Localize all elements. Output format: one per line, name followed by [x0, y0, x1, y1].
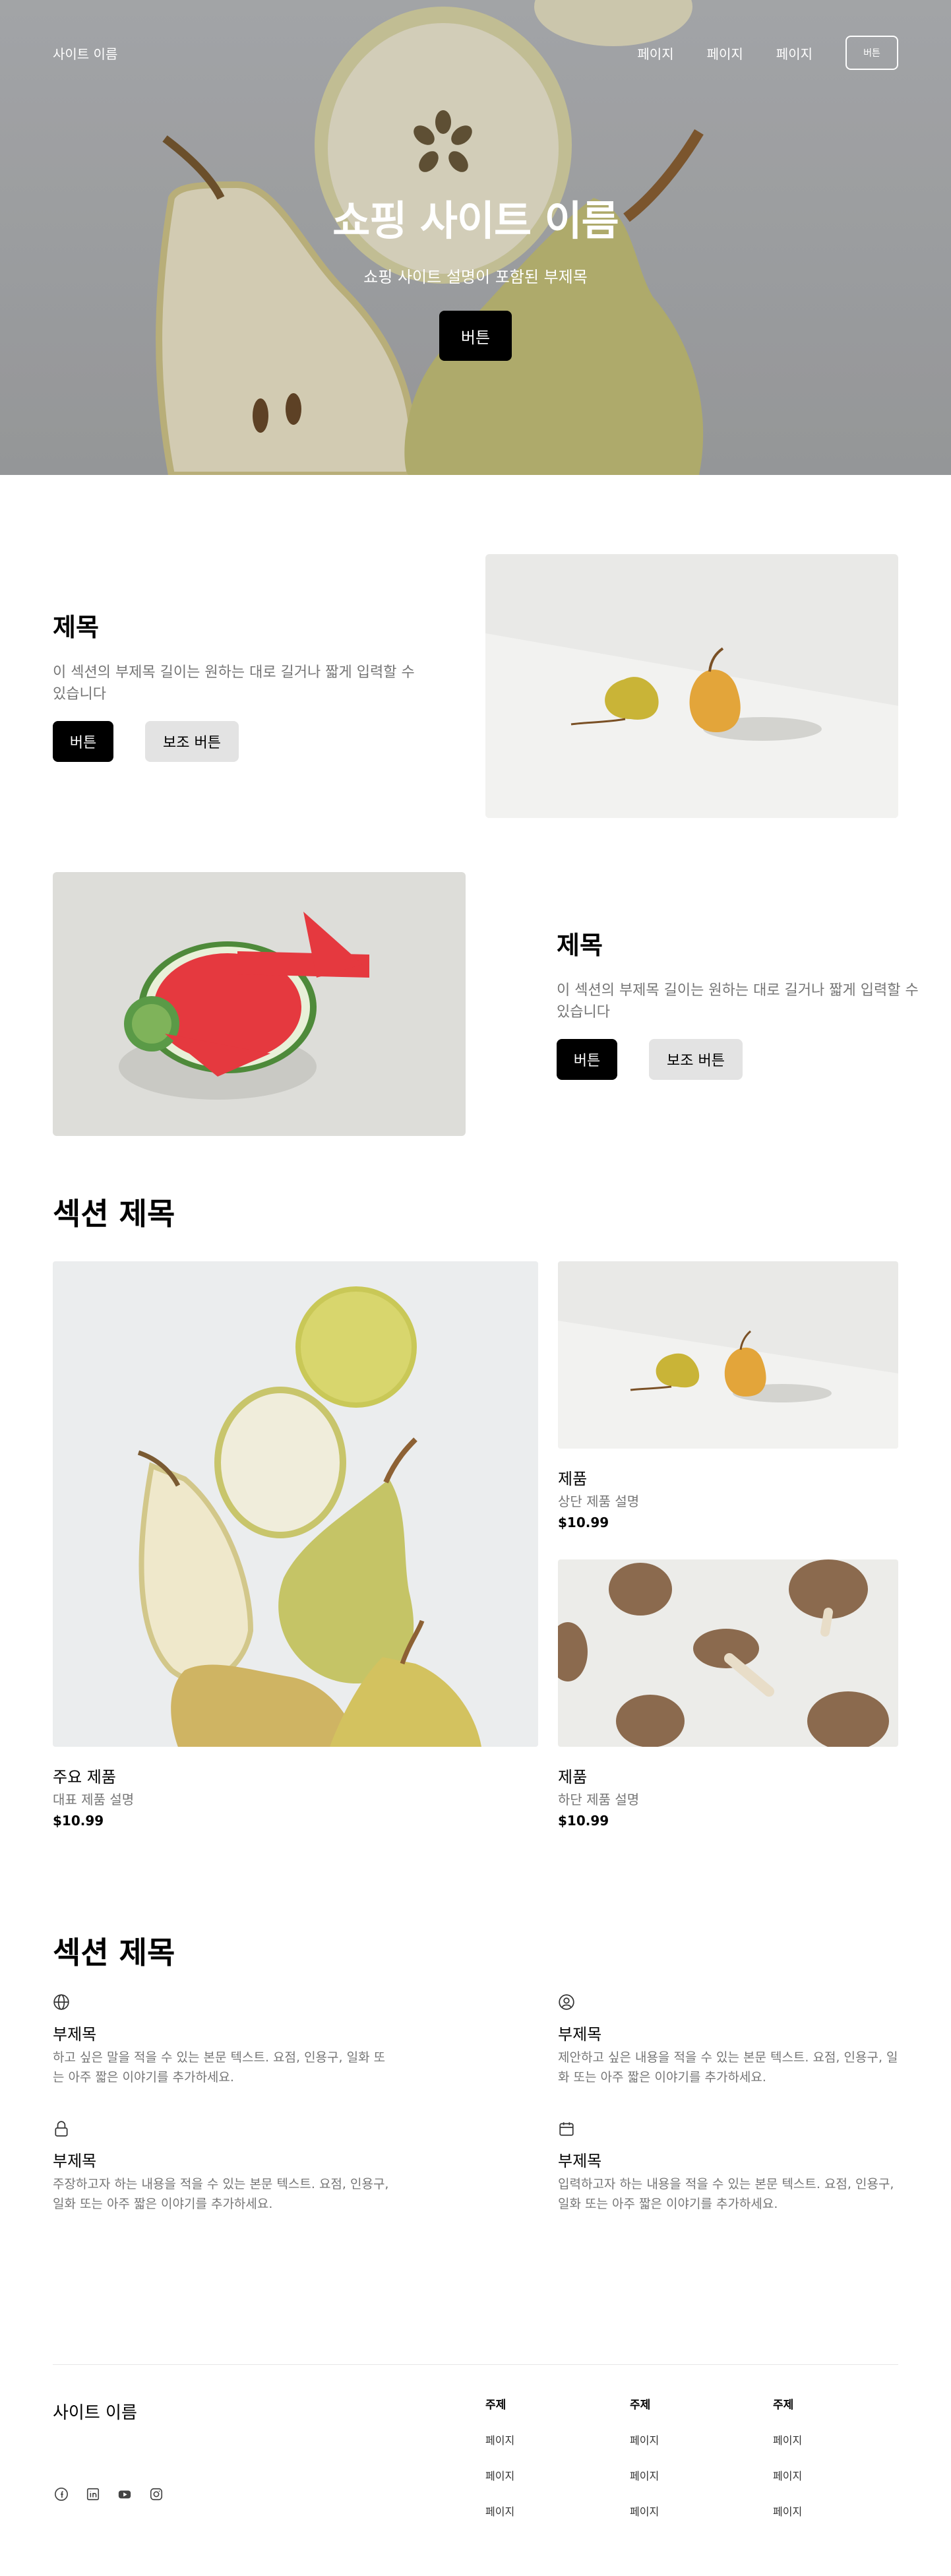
instagram-icon[interactable]: [148, 2486, 165, 2503]
hero-cta-button[interactable]: 버튼: [439, 311, 512, 361]
social-links: [53, 2486, 165, 2503]
nav-link[interactable]: 페이지: [776, 44, 813, 63]
footer-link[interactable]: 페이지: [630, 2467, 659, 2483]
primary-button[interactable]: 버튼: [53, 721, 113, 762]
feature-buttons: 버튼 보조 버튼: [53, 721, 422, 762]
feature-body: 입력하고자 하는 내용을 적을 수 있는 본문 텍스트. 요점, 인용구, 일화…: [558, 2177, 894, 2212]
footer-column-heading: 주제: [773, 2399, 794, 2412]
footer-column-heading: 주제: [630, 2399, 651, 2412]
footer-brand[interactable]: 사이트 이름: [53, 2399, 137, 2424]
products-section-title: 섹션 제목: [53, 1196, 175, 1232]
product-price: $10.99: [558, 1813, 609, 1829]
features-section: 섹션 제목 부제목 하고 싶은 말을 적을 수 있는 본문 텍스트. 요점, 인…: [0, 1929, 951, 2364]
footer-link[interactable]: 페이지: [630, 2503, 659, 2519]
product-description: 대표 제품 설명: [53, 1792, 135, 1807]
secondary-button[interactable]: 보조 버튼: [145, 721, 239, 762]
lock-icon: [55, 2121, 68, 2137]
product-description: 하단 제품 설명: [558, 1792, 640, 1807]
feature-title: 제목: [557, 931, 603, 960]
feature-text: 제목 이 섹션의 부제목 길이는 원하는 대로 길거나 짧게 입력할 수 있습니…: [557, 925, 926, 1080]
feature-description: 이 섹션의 부제목 길이는 원하는 대로 길거나 짧게 입력할 수 있습니다: [557, 982, 919, 1021]
site-brand[interactable]: 사이트 이름: [53, 44, 117, 63]
footer-column-heading: 주제: [485, 2399, 506, 2412]
feature-body: 하고 싶은 말을 적을 수 있는 본문 텍스트. 요점, 인용구, 일화 또는 …: [53, 2050, 386, 2085]
footer-column: 주제 페이지 페이지 페이지: [485, 2395, 514, 2519]
footer: 사이트 이름 주제 페이지 페이지 페이지 주제 페이지 페이지 페이지 주제 …: [53, 2364, 898, 2526]
user-circle-icon: [559, 1994, 574, 2010]
feature-body: 주장하고자 하는 내용을 적을 수 있는 본문 텍스트. 요점, 인용구, 일화…: [53, 2177, 389, 2212]
feature-buttons: 버튼 보조 버튼: [557, 1039, 926, 1080]
globe-icon: [53, 1994, 69, 2010]
product-image-mushrooms[interactable]: [558, 1559, 898, 1747]
footer-link[interactable]: 페이지: [773, 2432, 802, 2447]
nav-button[interactable]: 버튼: [845, 36, 898, 70]
hero-title: 쇼핑 사이트 이름: [332, 197, 619, 245]
feature-image-pears: [485, 554, 898, 818]
footer-link[interactable]: 페이지: [485, 2467, 514, 2483]
product-image-pears[interactable]: [558, 1261, 898, 1449]
footer-column: 주제 페이지 페이지 페이지: [630, 2395, 659, 2519]
product-name[interactable]: 제품: [558, 1466, 587, 1489]
feature-row-2: 제목 이 섹션의 부제목 길이는 원하는 대로 길거나 짧게 입력할 수 있습니…: [0, 872, 951, 1190]
top-nav: 사이트 이름 페이지 페이지 페이지 버튼: [0, 0, 951, 106]
feature-row-1: 제목 이 섹션의 부제목 길이는 원하는 대로 길거나 짧게 입력할 수 있습니…: [0, 554, 951, 872]
feature-body: 제안하고 싶은 내용을 적을 수 있는 본문 텍스트. 요점, 인용구, 일화 …: [558, 2050, 898, 2085]
linkedin-icon[interactable]: [84, 2486, 102, 2503]
feature-title: 부제목: [558, 2152, 602, 2170]
footer-column: 주제 페이지 페이지 페이지: [773, 2395, 802, 2519]
nav-link[interactable]: 페이지: [707, 44, 743, 63]
footer-link[interactable]: 페이지: [773, 2467, 802, 2483]
hero-content: 쇼핑 사이트 이름 쇼핑 사이트 설명이 포함된 부제목 버튼: [0, 187, 951, 361]
feature-description: 이 섹션의 부제목 길이는 원하는 대로 길거나 짧게 입력할 수 있습니다: [53, 664, 415, 703]
product-description: 상단 제품 설명: [558, 1493, 640, 1509]
product-price: $10.99: [53, 1813, 104, 1829]
nav-link[interactable]: 페이지: [637, 44, 673, 63]
footer-link[interactable]: 페이지: [485, 2503, 514, 2519]
feature-title: 부제목: [53, 2025, 97, 2044]
product-price: $10.99: [558, 1515, 609, 1530]
hero-subtitle: 쇼핑 사이트 설명이 포함된 부제목: [363, 268, 588, 286]
hero-section: 사이트 이름 페이지 페이지 페이지 버튼 쇼핑 사이트 이름 쇼핑 사이트 설…: [0, 0, 951, 475]
feature-text: 제목 이 섹션의 부제목 길이는 원하는 대로 길거나 짧게 입력할 수 있습니…: [53, 607, 422, 762]
feature-image-watermelon: [53, 872, 466, 1136]
feature-title: 부제목: [558, 2025, 602, 2044]
feature-title: 부제목: [53, 2152, 97, 2170]
product-name[interactable]: 주요 제품: [53, 1764, 116, 1787]
nav-links: 페이지 페이지 페이지 버튼: [604, 36, 898, 70]
products-section: 섹션 제목 주요 제품 대표 제품 설명 $10.99 제품 상단 제품 설명 …: [0, 1190, 951, 1929]
secondary-button[interactable]: 보조 버튼: [649, 1039, 743, 1080]
facebook-icon[interactable]: [53, 2486, 70, 2503]
primary-button[interactable]: 버튼: [557, 1039, 617, 1080]
featured-product-image[interactable]: [53, 1261, 538, 1747]
youtube-icon[interactable]: [116, 2486, 133, 2503]
product-name[interactable]: 제품: [558, 1764, 587, 1787]
feature-title: 제목: [53, 613, 99, 642]
footer-link[interactable]: 페이지: [630, 2432, 659, 2447]
calendar-icon: [559, 2122, 574, 2136]
features-section-title: 섹션 제목: [53, 1935, 175, 1970]
footer-link[interactable]: 페이지: [485, 2432, 514, 2447]
footer-link[interactable]: 페이지: [773, 2503, 802, 2519]
